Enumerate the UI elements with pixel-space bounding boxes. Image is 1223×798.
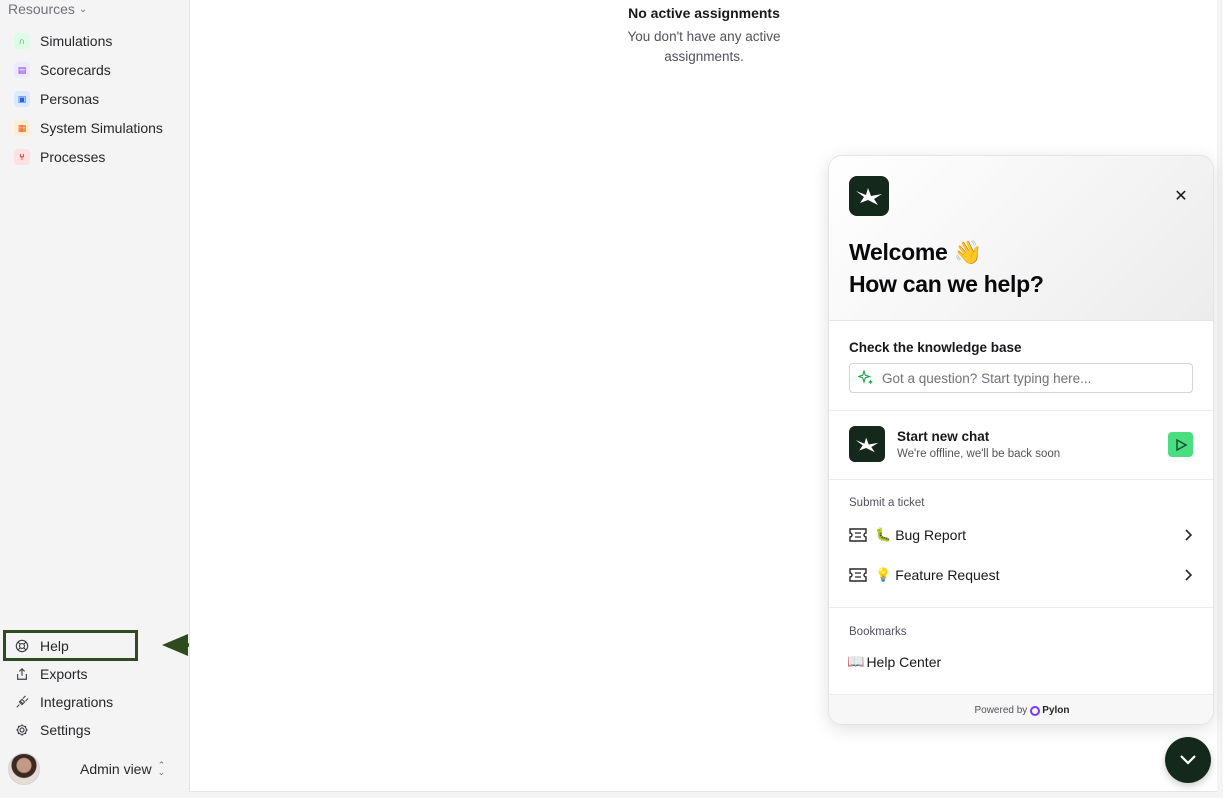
send-icon[interactable]: [1168, 432, 1193, 457]
chevron-down-icon: [1180, 755, 1196, 765]
divider: [829, 410, 1213, 411]
headset-icon: ∩: [14, 33, 30, 49]
ticket-label: Bug Report: [895, 527, 967, 543]
sidebar-item-integrations[interactable]: Integrations: [8, 689, 180, 715]
chevron-right-icon: [1181, 529, 1195, 541]
avatar[interactable]: [8, 753, 40, 785]
welcome-line-2: How can we help?: [849, 271, 1044, 297]
pylon-brand-label: Pylon: [1042, 705, 1070, 716]
ticket-icon: [849, 527, 867, 543]
chat-brand-logo-icon: [849, 426, 885, 462]
sidebar-item-exports[interactable]: Exports: [8, 661, 180, 687]
gear-icon: [14, 722, 30, 738]
sidebar-item-label: System Simulations: [40, 120, 163, 136]
help-highlight-box: [3, 630, 138, 661]
plug-icon: [14, 694, 30, 710]
user-switcher[interactable]: Admin view ⌃ ⌄: [8, 752, 180, 786]
bookmark-help-center[interactable]: 📖 Help Center: [847, 653, 941, 670]
chevron-down-icon: ⌄: [78, 3, 88, 15]
settings-label: Settings: [40, 722, 91, 738]
close-icon[interactable]: ✕: [1171, 186, 1191, 206]
scorecard-icon: ▤: [14, 62, 30, 78]
sidebar-item-scorecards[interactable]: ▤ Scorecards: [8, 57, 180, 83]
empty-state-title: No active assignments: [628, 5, 780, 21]
sidebar: Resources ⌄ ∩ Simulations ▤ Scorecards ▣…: [0, 0, 188, 798]
sidebar-item-settings[interactable]: Settings: [8, 717, 180, 743]
start-chat-subtitle: We're offline, we'll be back soon: [897, 448, 1061, 460]
chevron-up-down-icon: ⌃ ⌄: [157, 760, 166, 777]
system-icon: ▦: [14, 120, 30, 136]
exports-label: Exports: [40, 666, 88, 682]
sidebar-item-personas[interactable]: ▣ Personas: [8, 86, 180, 112]
brand-logo-icon: [849, 176, 889, 216]
ticket-icon: [849, 567, 867, 583]
persona-icon: ▣: [14, 91, 30, 107]
sidebar-item-simulations[interactable]: ∩ Simulations: [8, 28, 180, 54]
kb-title: Check the knowledge base: [849, 340, 1022, 355]
integrations-label: Integrations: [40, 694, 114, 710]
sidebar-item-processes[interactable]: ⑂ Processes: [8, 144, 180, 170]
export-icon: [14, 666, 30, 682]
help-widget: ✕ Welcome 👋 How can we help? Check the k…: [828, 155, 1214, 725]
ticket-feature-request[interactable]: 💡 Feature Request: [849, 562, 1195, 588]
submit-ticket-label: Submit a ticket: [849, 497, 925, 509]
bookmarks-label: Bookmarks: [849, 626, 907, 638]
kb-search-input[interactable]: Got a question? Start typing here...: [849, 363, 1193, 393]
widget-footer: Powered by Pylon: [829, 694, 1213, 724]
pylon-logo-icon: [1030, 705, 1041, 716]
sidebar-item-label: Processes: [40, 149, 106, 165]
kb-placeholder: Got a question? Start typing here...: [882, 370, 1092, 386]
start-chat-title[interactable]: Start new chat: [897, 429, 989, 444]
resources-header[interactable]: Resources ⌄: [8, 0, 87, 18]
sparkle-icon: [858, 370, 874, 386]
bug-icon: 🐛: [875, 527, 892, 542]
process-icon: ⑂: [14, 149, 30, 165]
divider: [829, 607, 1213, 608]
bookmark-label: Help Center: [866, 653, 942, 670]
sidebar-item-system-simulations[interactable]: ▦ System Simulations: [8, 115, 180, 141]
ticket-label: Feature Request: [895, 567, 1000, 583]
sidebar-item-label: Simulations: [40, 33, 113, 49]
powered-by-label: Powered by: [974, 705, 1028, 716]
widget-toggle-button[interactable]: [1165, 737, 1211, 783]
divider: [829, 479, 1213, 480]
empty-state-description: You don't have any active assignments.: [627, 29, 781, 64]
book-icon: 📖: [847, 653, 865, 669]
pylon-brand-link[interactable]: Pylon: [1030, 705, 1070, 716]
sidebar-item-label: Personas: [40, 91, 100, 107]
resources-label: Resources: [8, 1, 75, 17]
admin-view-label: Admin view: [80, 761, 152, 777]
welcome-line-1: Welcome 👋: [849, 239, 982, 265]
ticket-bug-report[interactable]: 🐛 Bug Report: [849, 522, 1195, 548]
lightbulb-icon: 💡: [875, 567, 892, 582]
sidebar-item-label: Scorecards: [40, 62, 111, 78]
widget-header: ✕ Welcome 👋 How can we help?: [829, 156, 1213, 321]
chevron-right-icon: [1181, 569, 1195, 581]
welcome-heading: Welcome 👋 How can we help?: [849, 236, 1044, 300]
admin-view-select[interactable]: Admin view ⌃ ⌄: [80, 760, 166, 778]
